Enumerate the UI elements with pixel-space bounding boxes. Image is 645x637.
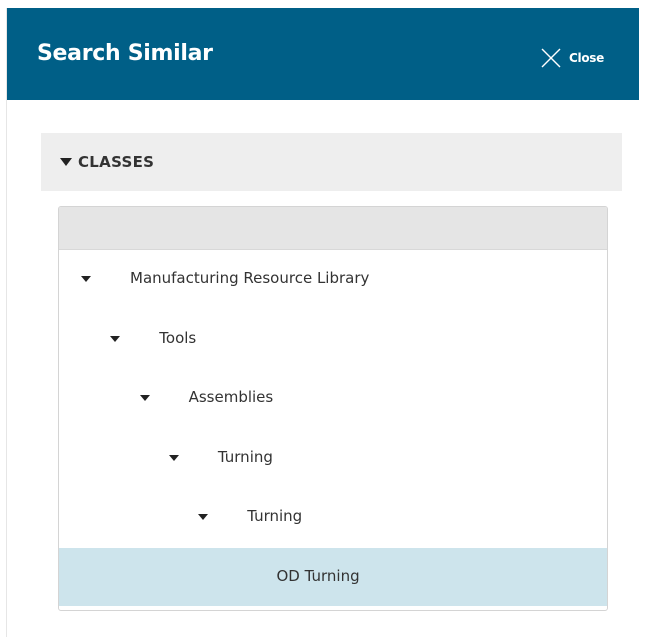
tree-node[interactable]: Turning [59,488,607,546]
panel-title: Search Similar [37,41,213,66]
caret-down-icon[interactable] [198,514,209,520]
classes-section-toggle[interactable]: CLASSES [41,133,622,191]
tree-node[interactable]: Assemblies [59,369,607,427]
caret-down-icon [60,158,72,166]
close-icon [540,47,562,69]
search-similar-panel: Search Similar Close CLASSES Manufacturi… [6,8,639,637]
tree-node[interactable]: Tools [59,310,607,368]
tree-node[interactable]: Manufacturing Resource Library [59,250,607,308]
caret-down-icon[interactable] [168,454,179,461]
tree-node-label: OD Turning [276,566,360,585]
caret-down-icon[interactable] [110,335,121,342]
tree-toolbar [59,207,607,250]
tree-node-label: Assemblies [188,388,274,406]
panel-header: Search Similar Close [7,8,639,100]
tree-node[interactable]: OD Turning [59,547,607,606]
caret-down-icon[interactable] [139,395,150,401]
tree-node-label: Tools [159,328,197,347]
caret-down-icon[interactable] [81,276,91,282]
class-tree: Manufacturing Resource Library Tools Assem… [58,206,608,611]
tree-node[interactable]: Turning [59,429,607,487]
classes-section-label: CLASSES [78,153,155,171]
close-label: Close [569,51,604,65]
tree-node-label: Turning [217,447,273,466]
close-button[interactable]: Close [540,46,604,70]
tree-node-label: Turning [247,507,303,525]
tree-node-label: Manufacturing Resource Library [130,269,370,287]
